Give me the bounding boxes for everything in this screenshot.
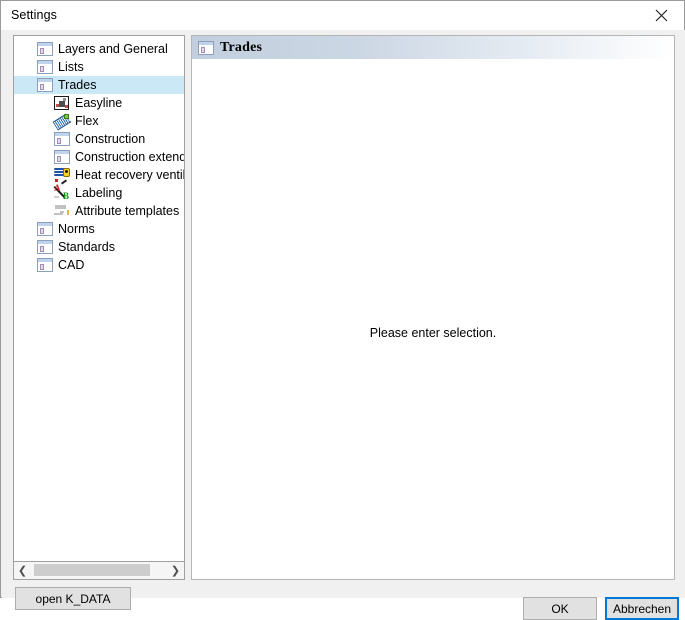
tree-item-trades[interactable]: Trades <box>14 76 184 94</box>
tree-item-label: Construction extended <box>75 150 185 164</box>
tree-item-label: Standards <box>58 240 115 254</box>
tree-item-norms[interactable]: Norms <box>14 220 184 238</box>
tree-item-layers-and-general[interactable]: Layers and General <box>14 40 184 58</box>
settings-dialog: Settings Layers and General Lists Trades Ea… <box>0 0 685 620</box>
tree-item-easyline[interactable]: Easyline <box>14 94 184 112</box>
window-list-icon <box>198 40 214 56</box>
window-list-icon <box>54 149 70 165</box>
tree-item-label: Flex <box>75 114 99 128</box>
scroll-right-arrow-icon[interactable]: ❯ <box>167 562 184 578</box>
tree-item-label: Labeling <box>75 186 123 200</box>
selection-placeholder-text: Please enter selection. <box>369 326 497 340</box>
scroll-left-arrow-icon[interactable]: ❮ <box>14 562 31 578</box>
ok-button[interactable]: OK <box>523 597 597 620</box>
tree-item-label: Construction <box>75 132 146 146</box>
tree-item-lists[interactable]: Lists <box>14 58 184 76</box>
tree-item-heat-recovery-ventilation[interactable]: Heat recovery ventilation <box>14 166 184 185</box>
heat-recovery-icon <box>54 167 70 185</box>
tree-item-cad[interactable]: CAD <box>14 256 184 274</box>
tree-item-labeling[interactable]: A B Labeling <box>14 184 184 202</box>
window-list-icon <box>37 59 53 75</box>
window-list-icon <box>37 41 53 57</box>
window-list-icon <box>54 131 70 147</box>
window-title: Settings <box>11 8 57 22</box>
flex-icon <box>52 113 72 131</box>
tree-item-label: CAD <box>58 258 85 272</box>
window-list-icon <box>37 77 53 93</box>
open-kdata-button[interactable]: open K_DATA <box>15 587 131 610</box>
tree-item-label: Attribute templates <box>75 204 180 218</box>
scrollbar-thumb[interactable] <box>34 564 150 576</box>
dialog-body: Layers and General Lists Trades Easyline Fle… <box>2 30 685 620</box>
tree-item-label: Lists <box>58 60 84 74</box>
tree-item-label: Trades <box>58 78 97 92</box>
tree-item-standards[interactable]: Standards <box>14 238 184 256</box>
window-list-icon <box>37 257 53 273</box>
detail-panel-content: Please enter selection. <box>192 59 674 579</box>
labeling-icon: AB <box>53 183 69 201</box>
tree-item-label: Heat recovery ventilation <box>75 168 184 182</box>
tree-item-label: Norms <box>58 222 95 236</box>
easyline-icon <box>54 95 70 111</box>
settings-tree-panel[interactable]: Layers and General Lists Trades Easyline Fle… <box>13 35 185 562</box>
settings-detail-panel: Trades Please enter selection. <box>191 35 675 580</box>
tree-item-label: Easyline <box>75 96 123 110</box>
title-bar: Settings <box>1 1 684 30</box>
settings-tree: Layers and General Lists Trades Easyline Fle… <box>14 40 184 274</box>
attribute-templates-icon <box>54 203 70 219</box>
tree-item-construction-extended[interactable]: Construction extended <box>14 148 184 166</box>
detail-panel-title: Trades <box>220 39 263 55</box>
close-button[interactable] <box>639 1 684 30</box>
detail-panel-header: Trades <box>192 36 674 59</box>
tree-item-attribute-templates[interactable]: Attribute templates <box>14 202 184 220</box>
tree-horizontal-scrollbar[interactable]: ❮ ❯ <box>13 562 185 580</box>
window-list-icon <box>37 239 53 255</box>
tree-item-flex[interactable]: Flex <box>14 112 184 131</box>
tree-item-label: Layers and General <box>58 42 168 56</box>
tree-item-construction[interactable]: Construction <box>14 130 184 148</box>
close-icon <box>655 9 668 22</box>
window-list-icon <box>37 221 53 237</box>
cancel-button[interactable]: Abbrechen <box>605 597 679 620</box>
